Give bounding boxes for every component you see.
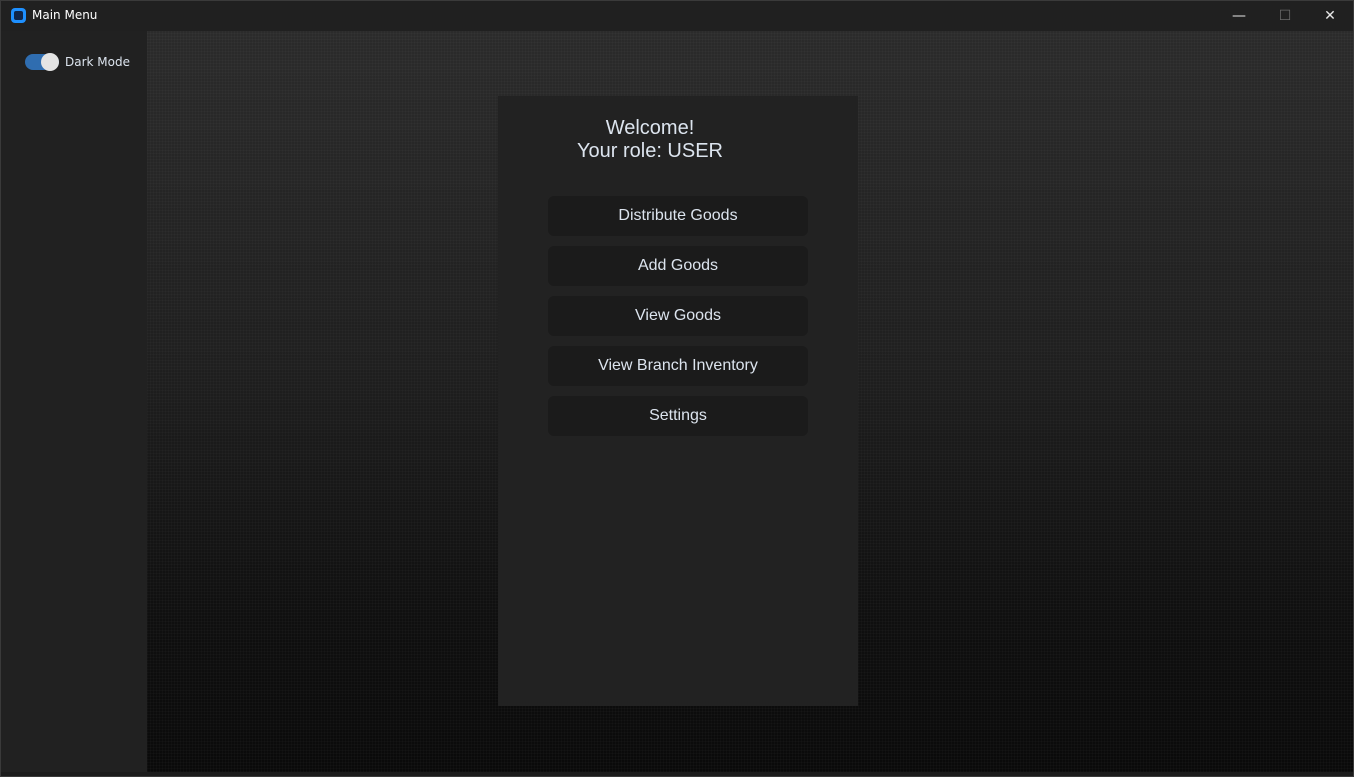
dark-mode-toggle[interactable] [25, 53, 59, 71]
settings-button[interactable]: Settings [548, 396, 808, 436]
welcome-line: Welcome! [605, 117, 695, 139]
maximize-button[interactable]: ☐ [1262, 1, 1308, 31]
distribute-goods-button[interactable]: Distribute Goods [548, 196, 808, 236]
view-goods-button[interactable]: View Goods [548, 296, 808, 336]
close-button[interactable]: ✕ [1307, 1, 1353, 31]
minimize-button[interactable]: — [1216, 1, 1262, 31]
title-bar[interactable]: Main Menu — ☐ ✕ [1, 1, 1353, 31]
window-title: Main Menu [32, 8, 98, 22]
main-menu-panel: Welcome! Your role: USER Distribute Good… [498, 96, 858, 706]
sidebar: Dark Mode [1, 31, 147, 772]
dark-mode-label: Dark Mode [65, 55, 130, 69]
welcome-text: Welcome! Your role: USER [498, 117, 802, 163]
toggle-knob [41, 53, 59, 71]
role-line: Your role: USER [577, 140, 723, 162]
app-icon [11, 8, 26, 23]
add-goods-button[interactable]: Add Goods [548, 246, 808, 286]
app-window: Main Menu — ☐ ✕ Dark Mode Welcome! Your … [0, 0, 1354, 777]
view-branch-inventory-button[interactable]: View Branch Inventory [548, 346, 808, 386]
